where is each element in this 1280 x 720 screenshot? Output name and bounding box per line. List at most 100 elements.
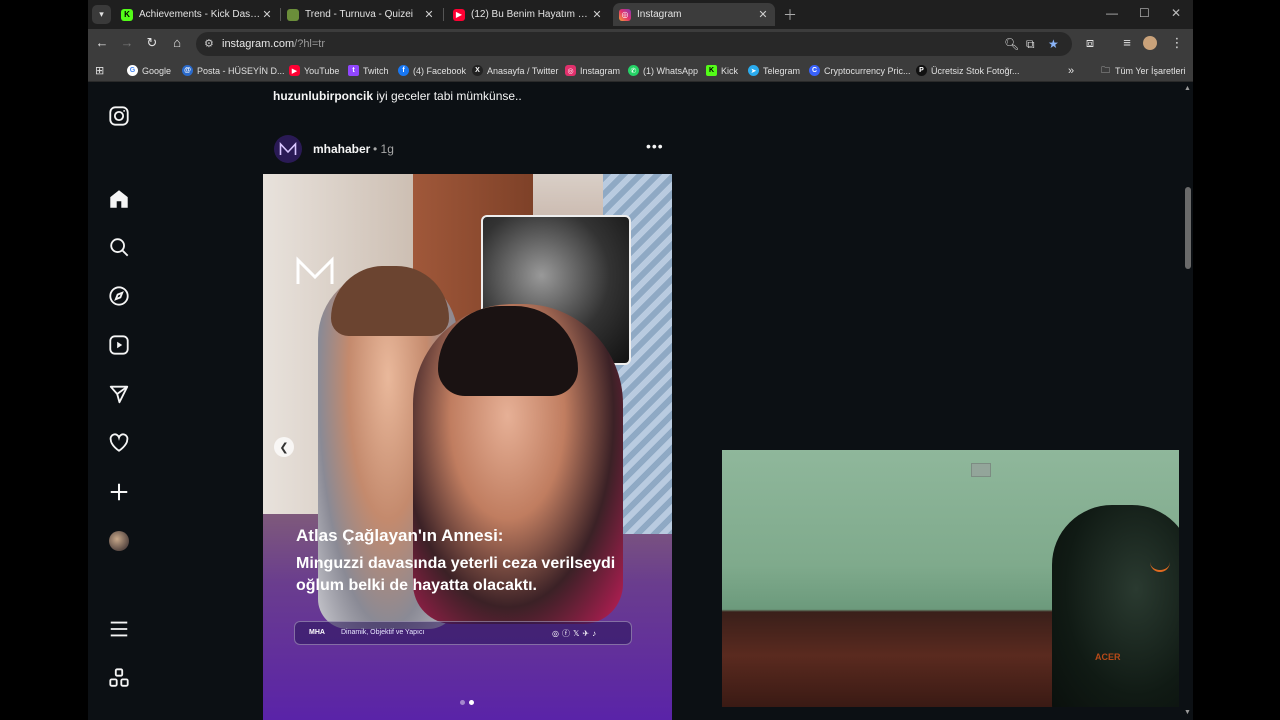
post-image-carousel[interactable]: Atlas Çağlayan'ın Annesi: Minguzzi davas… <box>263 174 672 720</box>
post-banner: MHA Dinamik, Objektif ve Yapıcı ◎ⓕ𝕏✈♪ <box>294 621 632 645</box>
carousel-prev-chevron-icon[interactable]: ❮ <box>274 437 294 457</box>
bookmark-label: Posta - HÜSEYİN D... <box>197 65 285 76</box>
kick-favicon-icon: K <box>121 8 133 21</box>
more-bookmarks-chevron-icon[interactable]: » <box>1068 63 1074 78</box>
bookmark-label: YouTube <box>304 65 340 76</box>
bookmark-stock-photos[interactable]: P Ücretsiz Stok Fotoğr... <box>916 63 1020 78</box>
zoom-icon[interactable]: 🔍︎ <box>1004 37 1019 51</box>
quizei-favicon-icon <box>287 8 299 21</box>
reels-icon[interactable] <box>107 333 131 357</box>
tab-close-icon[interactable]: ✕ <box>757 8 769 21</box>
chair-brand-text: ACER <box>1095 652 1121 662</box>
tab-bar: ▾ K Achievements - Kick Dashboard ✕ Tren… <box>88 0 1193 29</box>
more-menu-icon[interactable] <box>107 617 131 641</box>
site-info-icon[interactable]: ⚙ <box>204 37 214 50</box>
post-username[interactable]: mhahaber <box>313 142 370 156</box>
bookmark-google[interactable]: G Google <box>127 63 171 78</box>
tab-kick-dashboard[interactable]: K Achievements - Kick Dashboard ✕ <box>115 3 279 26</box>
mail-icon: @ <box>182 65 193 76</box>
scroll-up-arrow-icon[interactable]: ▲ <box>1184 85 1191 92</box>
page-scrollbar[interactable]: ▲ ▼ <box>1182 83 1193 720</box>
window-close-icon[interactable]: ✕ <box>1171 6 1181 20</box>
threads-apps-icon[interactable] <box>107 666 131 690</box>
bookmark-youtube[interactable]: ▶ YouTube <box>289 63 339 78</box>
media-control-icon[interactable]: ≡ <box>1118 35 1136 50</box>
tab-title: Trend - Turnuva - Quizei <box>305 9 414 20</box>
url-text[interactable]: instagram.com/?hl=tr <box>222 38 325 50</box>
chrome-menu-icon[interactable]: ⋮ <box>1168 35 1186 51</box>
bookmark-star-icon[interactable]: ★ <box>1048 37 1059 51</box>
profile-avatar[interactable] <box>1143 36 1157 50</box>
instagram-icon: ◎ <box>565 65 576 76</box>
telegram-icon: ➤ <box>748 65 759 76</box>
bookmark-label: Kick <box>721 65 739 76</box>
scroll-thumb[interactable] <box>1185 187 1191 269</box>
bookmark-label: Google <box>142 65 172 76</box>
bookmark-label: Ücretsiz Stok Fotoğr... <box>931 65 1020 76</box>
post-header: mhahaber • 1g ••• <box>274 135 674 163</box>
tab-title: Instagram <box>637 9 682 20</box>
carousel-dots <box>460 700 474 705</box>
bookmark-posta[interactable]: @ Posta - HÜSEYİN D... <box>182 63 285 78</box>
tab-youtube[interactable]: ▶ (12) Bu Benim Hayatım x Anlam ✕ <box>447 3 609 26</box>
apps-grid-icon[interactable]: ⊞ <box>95 63 104 78</box>
reload-icon[interactable]: ↻ <box>143 35 161 51</box>
kick-icon: K <box>706 65 717 76</box>
coinmarketcap-icon: C <box>809 65 820 76</box>
bookmark-whatsapp[interactable]: ✆ (1) WhatsApp <box>628 63 698 78</box>
bookmark-coinmarketcap[interactable]: C Cryptocurrency Pric... <box>809 63 911 78</box>
explore-compass-icon[interactable] <box>107 284 131 308</box>
create-plus-icon[interactable] <box>107 480 131 504</box>
x-twitter-icon: X <box>472 65 483 76</box>
bookmark-twitter[interactable]: X Anasayfa / Twitter <box>472 63 558 78</box>
google-icon: G <box>127 65 138 76</box>
facebook-icon: f <box>398 65 409 76</box>
search-icon[interactable] <box>107 235 131 259</box>
bookmark-label: Instagram <box>580 65 621 76</box>
instagram-sidebar <box>88 83 150 720</box>
bookmark-twitch[interactable]: t Twitch <box>348 63 389 78</box>
scroll-down-arrow-icon[interactable]: ▼ <box>1184 709 1191 716</box>
post-author-avatar[interactable] <box>274 135 302 163</box>
maximize-icon[interactable]: ☐ <box>1139 6 1150 20</box>
banner-logo: MHA <box>309 629 325 636</box>
tab-quizei[interactable]: Trend - Turnuva - Quizei ✕ <box>281 3 441 26</box>
mha-logo-icon <box>295 256 335 291</box>
install-app-icon[interactable]: ⧉ <box>1026 37 1035 52</box>
address-bar[interactable]: ⚙ instagram.com/?hl=tr 🔍︎ ⧉ ★ <box>196 32 1072 56</box>
wall-outlet <box>971 463 991 477</box>
tab-instagram[interactable]: ◎ Instagram ✕ <box>613 3 775 26</box>
all-bookmarks-folder[interactable]: 🗀 Tüm Yer İşaretleri <box>1101 63 1186 78</box>
forward-arrow-icon[interactable]: → <box>118 35 136 50</box>
new-tab-plus-icon[interactable]: ＋ <box>783 5 797 25</box>
profile-avatar[interactable] <box>107 529 131 553</box>
minimize-icon[interactable]: — <box>1106 6 1118 20</box>
post-timestamp[interactable]: • 1g <box>373 142 394 156</box>
bookmark-facebook[interactable]: f (4) Facebook <box>398 63 466 78</box>
bookmark-kick[interactable]: K Kick <box>706 63 738 78</box>
caption-username[interactable]: huzunlubirponcik <box>273 89 373 103</box>
tab-close-icon[interactable]: ✕ <box>423 8 435 21</box>
notifications-heart-icon[interactable] <box>107 431 131 455</box>
bookmark-label: (4) Facebook <box>413 65 467 76</box>
bookmark-label: (1) WhatsApp <box>643 65 699 76</box>
home-icon[interactable] <box>107 187 131 211</box>
bookmark-instagram[interactable]: ◎ Instagram <box>565 63 620 78</box>
tab-search-button[interactable]: ▾ <box>92 5 111 24</box>
carousel-dot <box>460 700 465 705</box>
whatsapp-icon: ✆ <box>628 65 639 76</box>
tab-close-icon[interactable]: ✕ <box>261 8 273 21</box>
post-options-icon[interactable]: ••• <box>646 138 664 154</box>
messages-send-icon[interactable] <box>107 382 131 406</box>
back-arrow-icon[interactable]: ← <box>93 35 111 50</box>
caption-text: iyi geceler tabi mümkünse.. <box>373 89 522 103</box>
bookmark-telegram[interactable]: ➤ Telegram <box>748 63 800 78</box>
bookmark-label: Tüm Yer İşaretleri <box>1115 65 1186 76</box>
folder-icon: 🗀 <box>1101 64 1111 75</box>
tab-close-icon[interactable]: ✕ <box>591 8 603 21</box>
bookmarks-bar: ⊞ G Google @ Posta - HÜSEYİN D... ▶ YouTube… <box>88 59 1193 82</box>
gaming-chair <box>1052 505 1179 707</box>
extensions-icon[interactable]: ⧈ <box>1081 35 1099 51</box>
instagram-logo-icon[interactable] <box>107 104 131 128</box>
home-icon[interactable]: ⌂ <box>168 35 186 50</box>
